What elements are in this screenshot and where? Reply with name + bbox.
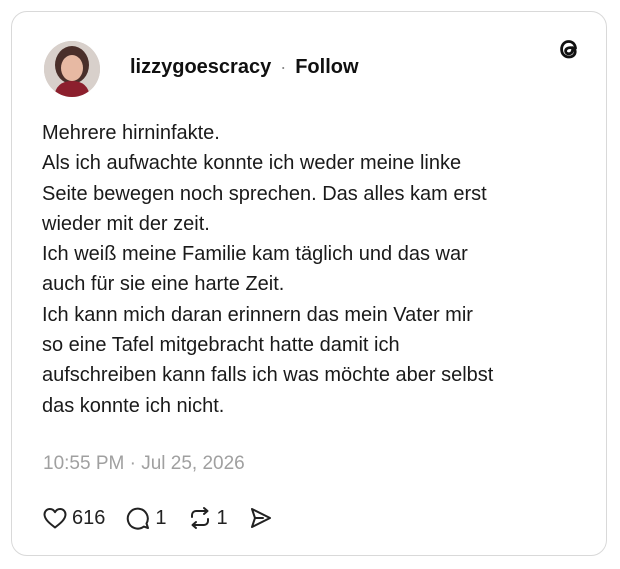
repost-icon xyxy=(190,507,209,529)
post-header: lizzygoescracy · Follow xyxy=(130,56,359,79)
post-text-line: Ich weiß meine Familie kam täglich und d… xyxy=(42,243,468,266)
post-body: Mehrere hirninfakte. Als ich aufwachte k… xyxy=(42,118,582,421)
post-text-line: Ich kann mich daran erinnern das mein Va… xyxy=(42,303,473,326)
username[interactable]: lizzygoescracy xyxy=(130,56,271,79)
post-text-line: Seite bewegen noch sprechen. Das alles k… xyxy=(42,182,487,205)
post-text-line: Mehrere hirninfakte. xyxy=(42,122,220,144)
heart-icon xyxy=(43,508,67,529)
post-text-line: wieder mit der zeit. xyxy=(42,212,210,235)
threads-logo-icon[interactable] xyxy=(554,34,584,64)
send-icon xyxy=(250,508,271,528)
repost-count: 1 xyxy=(216,506,228,529)
post-text-line: auch für sie eine harte Zeit. xyxy=(42,273,285,296)
post-timestamp[interactable]: 10:55 PM · Jul 25, 2026 xyxy=(43,453,245,475)
like-button[interactable]: 616 xyxy=(42,506,105,530)
post-card: lizzygoescracy · Follow Mehrere hirninfa… xyxy=(11,11,607,556)
post-text-line: das konnte ich nicht. xyxy=(42,394,225,417)
avatar[interactable] xyxy=(44,41,100,97)
separator-dot: · xyxy=(280,57,287,77)
share-button[interactable] xyxy=(248,505,274,531)
comment-icon xyxy=(127,507,150,530)
post-text-line: Als ich aufwachte konnte ich weder meine… xyxy=(42,152,462,175)
like-count: 616 xyxy=(72,506,106,529)
action-bar: 616 1 1 xyxy=(42,503,294,533)
post-text-line: so eine Tafel mitgebracht hatte damit ic… xyxy=(42,334,400,357)
post-text-line: aufschreiben kann falls ich was möchte a… xyxy=(42,364,494,387)
reply-count: 1 xyxy=(155,506,167,529)
repost-button[interactable]: 1 xyxy=(187,505,228,531)
reply-button[interactable]: 1 xyxy=(125,505,167,531)
follow-button[interactable]: Follow xyxy=(295,56,358,79)
